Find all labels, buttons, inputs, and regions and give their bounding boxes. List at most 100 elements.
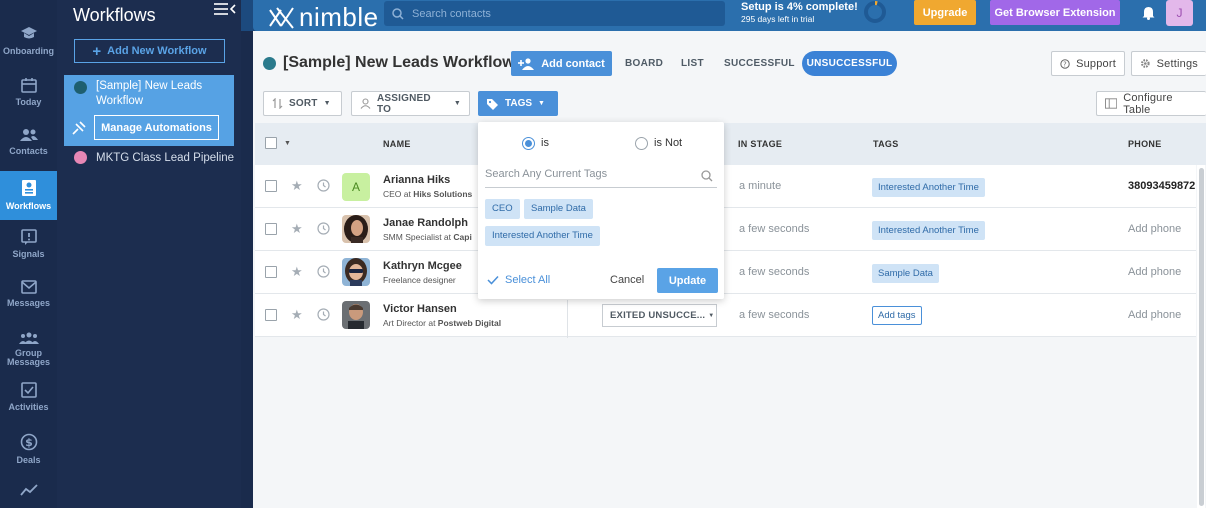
column-header-phone[interactable]: PHONE: [1128, 139, 1162, 149]
tag-badge[interactable]: Sample Data: [872, 264, 939, 283]
radio-is-not[interactable]: [635, 137, 648, 150]
tag-chip-ceo[interactable]: CEO: [485, 199, 520, 219]
tag-search-field[interactable]: [485, 166, 717, 188]
configure-table-button[interactable]: Configure Table: [1096, 91, 1206, 116]
sort-label: SORT: [289, 98, 318, 109]
nav-signals[interactable]: Signals: [0, 229, 57, 269]
envelope-icon: [20, 280, 37, 294]
clock-icon[interactable]: [317, 222, 330, 235]
add-person-icon: [518, 57, 535, 70]
assigned-to-button[interactable]: ASSIGNED TO ▼: [351, 91, 470, 116]
tag-chip-interested-another-time[interactable]: Interested Another Time: [485, 226, 600, 246]
add-new-workflow-button[interactable]: + Add New Workflow: [74, 39, 225, 63]
nav-group-messages[interactable]: Group Messages: [0, 332, 57, 372]
select-all-label: Select All: [505, 274, 551, 286]
clock-icon[interactable]: [317, 265, 330, 278]
tab-unsuccessful[interactable]: UNSUCCESSFUL: [802, 51, 897, 76]
stage-dropdown[interactable]: EXITED UNSUCCE... ▼: [602, 304, 717, 327]
column-header-tags[interactable]: TAGS: [873, 139, 899, 149]
radio-is[interactable]: [522, 137, 535, 150]
support-button[interactable]: ? Support: [1051, 51, 1125, 76]
tag-search-input[interactable]: [485, 168, 685, 180]
contact-name[interactable]: Arianna Hiks: [383, 174, 450, 186]
nav-reports[interactable]: [0, 484, 57, 504]
nav-today[interactable]: Today: [0, 77, 57, 117]
update-button[interactable]: Update: [657, 268, 718, 293]
nav-workflows-label: Workflows: [5, 201, 52, 211]
column-header-name[interactable]: NAME: [383, 139, 411, 149]
row-checkbox[interactable]: [265, 309, 277, 321]
configure-table-label: Configure Table: [1123, 91, 1173, 116]
add-contact-label: Add contact: [541, 57, 605, 70]
cancel-button[interactable]: Cancel: [610, 274, 644, 286]
setup-progress-ring[interactable]: [863, 0, 887, 24]
tab-successful[interactable]: SUCCESSFUL: [724, 58, 795, 69]
row-checkbox[interactable]: [265, 223, 277, 235]
clock-icon[interactable]: [317, 308, 330, 321]
column-divider: [567, 300, 568, 338]
contact-name[interactable]: Kathryn Mcgee: [383, 260, 462, 272]
tag-chip-sample-data[interactable]: Sample Data: [524, 199, 593, 219]
table-row[interactable]: ★ Kathryn Mcgee Freelance designer a few…: [255, 251, 1196, 294]
add-phone-link[interactable]: Add phone: [1128, 223, 1181, 235]
phone-number[interactable]: 38093459872: [1128, 180, 1195, 192]
nav-deals[interactable]: $ Deals: [0, 433, 57, 473]
get-browser-extension-button[interactable]: Get Browser Extension: [990, 0, 1120, 25]
star-icon[interactable]: ★: [291, 264, 303, 280]
tab-board[interactable]: BOARD: [625, 58, 663, 69]
table-row[interactable]: ★ A Arianna Hiks CEO at Hiks Solutions a…: [255, 165, 1196, 208]
manage-automations-button[interactable]: Manage Automations: [94, 115, 219, 140]
collapse-panel-icon[interactable]: [214, 2, 236, 16]
user-avatar[interactable]: J: [1166, 0, 1193, 26]
nav-deals-label: Deals: [16, 455, 41, 465]
nav-onboarding[interactable]: Onboarding: [0, 26, 57, 66]
select-all-button[interactable]: Select All: [487, 274, 550, 286]
table-row[interactable]: ★ Victor Hansen Art Director at Postweb …: [255, 294, 1196, 337]
add-contact-button[interactable]: Add contact: [511, 51, 612, 76]
nav-activities[interactable]: Activities: [0, 382, 57, 422]
row-checkbox[interactable]: [265, 266, 277, 278]
workflow-item-sample-new-leads[interactable]: [Sample] New Leads Workflow Manage Autom…: [64, 75, 234, 146]
star-icon[interactable]: ★: [291, 307, 303, 323]
nav-contacts[interactable]: Contacts: [0, 128, 57, 168]
contact-name[interactable]: Victor Hansen: [383, 303, 457, 315]
activities-icon: [20, 382, 37, 398]
row-checkbox[interactable]: [265, 180, 277, 192]
workflow-item-mktg-class[interactable]: MKTG Class Lead Pipeline: [74, 151, 244, 164]
bell-icon[interactable]: [1142, 6, 1155, 20]
upgrade-button[interactable]: Upgrade: [914, 0, 976, 25]
tab-list[interactable]: LIST: [681, 58, 704, 69]
contact-name[interactable]: Janae Randolph: [383, 217, 468, 229]
tag-badge[interactable]: Interested Another Time: [872, 221, 985, 240]
search-input[interactable]: [412, 7, 712, 20]
scrollbar-thumb[interactable]: [1199, 168, 1204, 506]
setup-title: Setup is 4% complete!: [741, 1, 858, 13]
tag-badge[interactable]: Interested Another Time: [872, 178, 985, 197]
chevron-down-icon: ▼: [323, 100, 331, 107]
chevron-down-icon[interactable]: ▼: [284, 140, 291, 147]
add-tags-button[interactable]: Add tags: [872, 306, 922, 325]
nav-today-label: Today: [15, 97, 42, 107]
clock-icon[interactable]: [317, 179, 330, 192]
setup-progress-text[interactable]: Setup is 4% complete! 295 days left in t…: [741, 1, 858, 25]
column-header-in-stage[interactable]: IN STAGE: [738, 139, 782, 149]
radio-is-label[interactable]: is: [541, 137, 549, 149]
star-icon[interactable]: ★: [291, 178, 303, 194]
star-icon[interactable]: ★: [291, 221, 303, 237]
settings-button[interactable]: Settings: [1131, 51, 1206, 76]
radio-is-not-label[interactable]: is Not: [654, 137, 682, 149]
add-phone-link[interactable]: Add phone: [1128, 266, 1181, 278]
contact-role: SMM Specialist at Capi: [383, 232, 479, 242]
search-contacts[interactable]: [384, 1, 725, 26]
tags-filter-button[interactable]: TAGS ▼: [478, 91, 558, 116]
sort-button[interactable]: SORT ▼: [263, 91, 342, 116]
signals-icon: [20, 229, 37, 245]
select-all-checkbox[interactable]: [265, 137, 277, 149]
nav-workflows[interactable]: Workflows: [0, 171, 57, 220]
contacts-icon: [19, 129, 38, 141]
nimble-logo[interactable]: nimble: [267, 2, 379, 33]
search-icon: [701, 170, 713, 182]
table-row[interactable]: ★ Janae Randolph SMM Specialist at Capi …: [255, 208, 1196, 251]
nav-messages[interactable]: Messages: [0, 280, 57, 320]
add-phone-link[interactable]: Add phone: [1128, 309, 1181, 321]
